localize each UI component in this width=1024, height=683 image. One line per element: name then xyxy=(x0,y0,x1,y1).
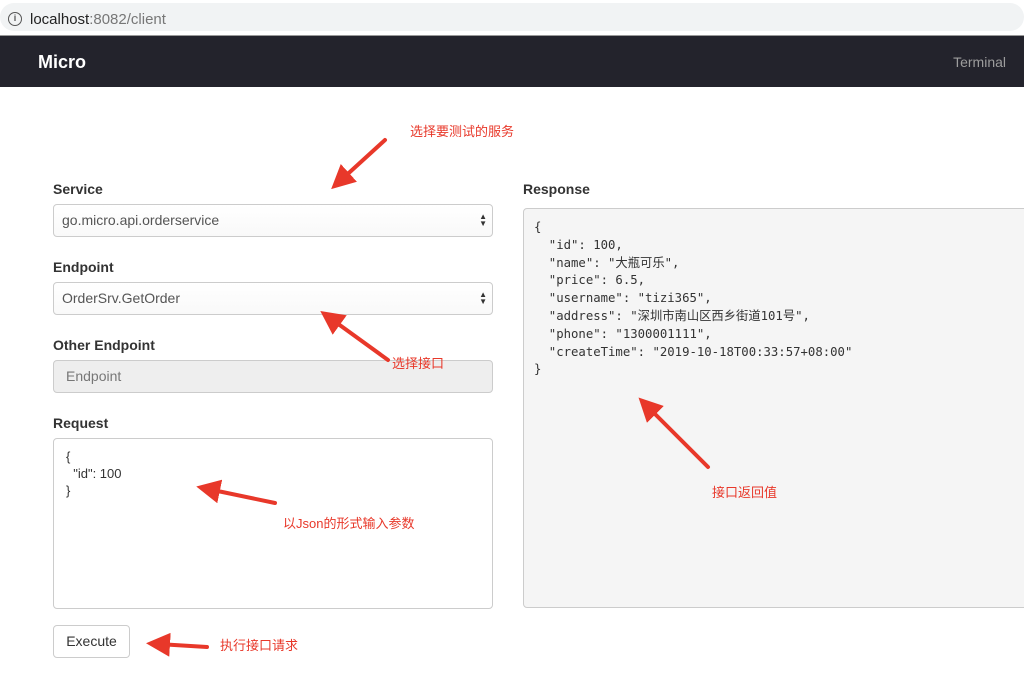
arrow-icon xyxy=(638,397,710,469)
arrow-icon xyxy=(331,138,387,190)
annotation-arrows xyxy=(146,138,710,657)
arrow-icon xyxy=(320,310,390,362)
arrow-icon xyxy=(146,632,209,657)
arrow-icon xyxy=(196,479,277,505)
